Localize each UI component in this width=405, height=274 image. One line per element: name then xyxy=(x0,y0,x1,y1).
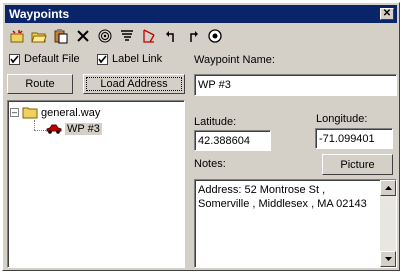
tree-item-file[interactable]: – general.way xyxy=(10,106,100,119)
route-flag-icon[interactable] xyxy=(139,26,159,46)
tree-item-waypoint[interactable]: WP #3 xyxy=(46,123,102,135)
notes-scrollbar[interactable] xyxy=(380,180,396,267)
picture-button[interactable]: Picture xyxy=(322,154,393,175)
close-button[interactable]: ✕ xyxy=(380,8,394,20)
notes-text: Address: 52 Montrose St , Somerville , M… xyxy=(198,184,367,210)
latitude-label: Latitude: xyxy=(194,116,237,128)
scroll-up-button[interactable] xyxy=(380,180,396,196)
arrow-down-icon xyxy=(384,257,392,261)
open-icon[interactable] xyxy=(29,26,49,46)
tornado-icon[interactable] xyxy=(117,26,137,46)
window-title: Waypoints xyxy=(9,7,70,21)
waypoints-window: Waypoints ✕ Default File Label Link Wayp… xyxy=(2,2,400,271)
turn-right-icon[interactable] xyxy=(183,26,203,46)
new-icon[interactable] xyxy=(7,26,27,46)
car-icon xyxy=(46,124,62,134)
arrow-up-icon xyxy=(384,186,392,190)
route-button[interactable]: Route xyxy=(7,74,73,94)
label-link-checkbox[interactable]: Label Link xyxy=(97,53,162,65)
toolbar xyxy=(7,26,225,48)
default-file-label: Default File xyxy=(24,53,80,65)
target-icon[interactable] xyxy=(95,26,115,46)
delete-icon[interactable] xyxy=(73,26,93,46)
collapse-toggle[interactable]: – xyxy=(10,108,19,117)
latitude-field[interactable]: 42.388604 xyxy=(194,130,271,151)
scroll-down-button[interactable] xyxy=(380,251,396,267)
checkbox-box[interactable] xyxy=(97,53,108,65)
folder-icon xyxy=(22,107,38,119)
turn-left-icon[interactable] xyxy=(161,26,181,46)
checkbox-box[interactable] xyxy=(9,53,20,65)
notes-label: Notes: xyxy=(194,158,226,170)
center-icon[interactable] xyxy=(205,26,225,46)
waypoint-name-label: Waypoint Name: xyxy=(194,54,275,66)
load-address-button[interactable]: Load Address xyxy=(83,74,185,94)
notes-field[interactable]: Address: 52 Montrose St , Somerville , M… xyxy=(194,179,397,268)
longitude-label: Longitude: xyxy=(316,113,368,125)
waypoint-name: WP #3 xyxy=(65,123,102,135)
waypoint-tree[interactable]: – general.way WP #3 xyxy=(7,100,185,268)
title-bar[interactable]: Waypoints ✕ xyxy=(5,5,397,23)
file-name: general.way xyxy=(41,106,101,119)
paste-icon[interactable] xyxy=(51,26,71,46)
longitude-field[interactable]: -71.099401 xyxy=(315,128,393,149)
label-link-label: Label Link xyxy=(112,53,163,65)
default-file-checkbox[interactable]: Default File xyxy=(9,53,80,65)
waypoint-name-field[interactable]: WP #3 xyxy=(194,74,397,96)
